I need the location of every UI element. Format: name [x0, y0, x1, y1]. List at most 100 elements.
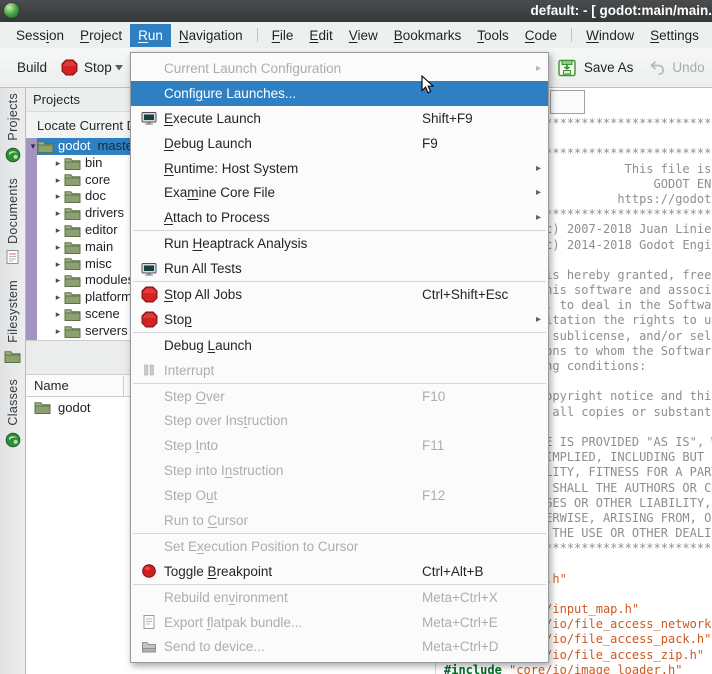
folder-green-icon [64, 324, 81, 339]
menubar-item-edit[interactable]: Edit [301, 24, 340, 47]
editor-tab[interactable] [550, 90, 585, 114]
stop-button-label: Stop [84, 60, 112, 75]
menu-item-label: Rebuild environment [164, 590, 288, 605]
code-line: #include "core/io/image_loader.h" [444, 663, 712, 674]
include-keyword: #include [444, 663, 502, 674]
folder-gray-icon [138, 639, 160, 655]
folder-green-icon [64, 307, 81, 322]
menu-item-label: Runtime: Host System [164, 161, 298, 176]
menu-item-step-out[interactable]: Step OutF12 [131, 483, 548, 508]
expander-open-icon[interactable]: ▾ [27, 138, 39, 155]
menu-item-toggle-breakpoint[interactable]: Toggle Breakpoint Ctrl+Alt+B [131, 559, 548, 584]
expander-icon[interactable]: ▸ [52, 239, 64, 256]
expander-icon[interactable]: ▸ [52, 289, 64, 306]
menu-item-label: Run Heaptrack Analysis [164, 236, 307, 251]
menubar-item-tools[interactable]: Tools [469, 24, 517, 47]
menubar-item-navigation[interactable]: Navigation [171, 24, 251, 47]
submenu-arrow-icon: ▸ [536, 314, 541, 325]
menu-item-run-to-cursor[interactable]: Run to Cursor [131, 508, 548, 533]
menu-item-send-to-device[interactable]: Send to device...Meta+Ctrl+D [131, 634, 548, 659]
menu-item-rebuild-environment[interactable]: Rebuild environmentMeta+Ctrl+X [131, 585, 548, 610]
sidebar-tab-filesystem[interactable]: Filesystem [4, 280, 21, 364]
undo-button[interactable]: Undo [640, 53, 711, 83]
projects-panel-title: Projects [33, 92, 80, 107]
menubar-item-run[interactable]: Run [130, 24, 171, 47]
vcs-branch-strip [26, 138, 37, 340]
menu-item-label: Debug Launch [164, 136, 252, 151]
menu-item-label: Export flatpak bundle... [164, 615, 302, 630]
menu-item-stop-all-jobs[interactable]: Stop All JobsCtrl+Shift+Esc [131, 282, 548, 307]
submenu-arrow-icon: ▸ [536, 63, 541, 74]
menu-item-debug-launch[interactable]: Debug LaunchF9 [131, 131, 548, 156]
save-as-button[interactable]: Save As [550, 52, 641, 84]
menubar-item-project[interactable]: Project [72, 24, 130, 47]
expander-icon[interactable]: ▸ [52, 306, 64, 323]
save-as-icon [557, 58, 578, 78]
expander-icon[interactable]: ▸ [52, 222, 64, 239]
expander-icon[interactable]: ▸ [52, 272, 64, 289]
menu-shortcut: F11 [422, 438, 444, 453]
tree-item-label: drivers [85, 205, 124, 222]
menu-shortcut: Shift+F9 [422, 111, 473, 126]
sidebar-tab-label: Filesystem [6, 280, 20, 343]
menu-item-label: Toggle Breakpoint [164, 564, 272, 579]
menu-shortcut: Ctrl+Alt+B [422, 564, 484, 579]
menu-item-stop[interactable]: Stop ▸ [131, 307, 548, 332]
menu-item-export-flatpak-bundle[interactable]: Export flatpak bundle...Meta+Ctrl+E [131, 610, 548, 635]
menubar-item-window[interactable]: Window [578, 24, 642, 47]
stop-button[interactable]: Stop [54, 53, 130, 83]
filesystem-tab-icon [4, 349, 21, 364]
menu-item-run-heaptrack-analysis[interactable]: Run Heaptrack Analysis [131, 231, 548, 256]
menu-item-label: Debug Launch [164, 338, 252, 353]
tree-item-label: misc [85, 256, 112, 273]
menu-item-runtime-host-system[interactable]: Runtime: Host System ▸ [131, 156, 548, 181]
expander-icon[interactable]: ▸ [52, 155, 64, 172]
menu-item-interrupt[interactable]: Interrupt [131, 358, 548, 383]
menu-item-step-into-instruction[interactable]: Step into Instruction [131, 458, 548, 483]
menu-item-attach-to-process[interactable]: Attach to Process▸ [131, 205, 548, 230]
submenu-arrow-icon: ▸ [536, 163, 541, 174]
menubar-item-settings[interactable]: Settings [642, 24, 707, 47]
menu-item-execute-launch[interactable]: Execute Launch Shift+F9 [131, 106, 548, 131]
monitor-icon [138, 261, 160, 277]
menubar-item-code[interactable]: Code [517, 24, 565, 47]
menu-item-set-execution-position-to-cursor[interactable]: Set Execution Position to Cursor [131, 534, 548, 559]
tree-item-label: servers [85, 323, 128, 340]
expander-icon[interactable]: ▸ [52, 205, 64, 222]
menubar-item-session[interactable]: Session [8, 24, 72, 47]
tree-item-label: editor [85, 222, 118, 239]
expander-icon[interactable]: ▸ [52, 172, 64, 189]
menu-item-step-over-instruction[interactable]: Step over Instruction [131, 408, 548, 433]
menu-item-current-launch-configuration[interactable]: Current Launch Configuration▸ [131, 56, 548, 81]
menu-item-label: Execute Launch [164, 111, 261, 126]
menu-bar: SessionProjectRunNavigation FileEditViewB… [0, 22, 712, 48]
stop-dropdown-caret-icon[interactable] [115, 59, 123, 77]
sidebar-tab-label: Documents [6, 178, 20, 244]
menu-item-label: Stop [164, 312, 192, 327]
menu-item-run-all-tests[interactable]: Run All Tests [131, 256, 548, 281]
menubar-item-bookmarks[interactable]: Bookmarks [386, 24, 470, 47]
menu-item-step-into[interactable]: Step IntoF11 [131, 433, 548, 458]
mouse-cursor [421, 75, 435, 95]
folder-green-icon [64, 223, 81, 238]
sidebar-tab-classes[interactable]: Classes [5, 379, 21, 448]
expander-icon[interactable]: ▸ [52, 323, 64, 340]
expander-icon[interactable]: ▸ [52, 256, 64, 273]
menu-item-examine-core-file[interactable]: Examine Core File ▸ [131, 180, 548, 205]
menu-item-step-over[interactable]: Step OverF10 [131, 384, 548, 409]
menu-item-label: Examine Core File [164, 185, 275, 200]
build-button[interactable]: Build [10, 54, 54, 81]
sidebar-tab-documents[interactable]: Documents [5, 178, 20, 266]
run-menu: Current Launch Configuration▸Configure L… [130, 52, 549, 663]
app-icon[interactable] [4, 3, 19, 18]
menu-item-configure-launches[interactable]: Configure Launches... [131, 81, 548, 106]
toolview-sidebar: Projects Documents Filesystem Classes [0, 88, 26, 674]
menubar-item-file[interactable]: File [264, 24, 302, 47]
menubar-item-view[interactable]: View [341, 24, 386, 47]
submenu-arrow-icon: ▸ [536, 187, 541, 198]
menu-item-debug-launch[interactable]: Debug Launch [131, 333, 548, 358]
sidebar-tab-projects[interactable]: Projects [5, 93, 21, 163]
tree-item-label: godot [58, 138, 91, 155]
expander-icon[interactable]: ▸ [52, 188, 64, 205]
column-divider[interactable] [123, 376, 124, 396]
